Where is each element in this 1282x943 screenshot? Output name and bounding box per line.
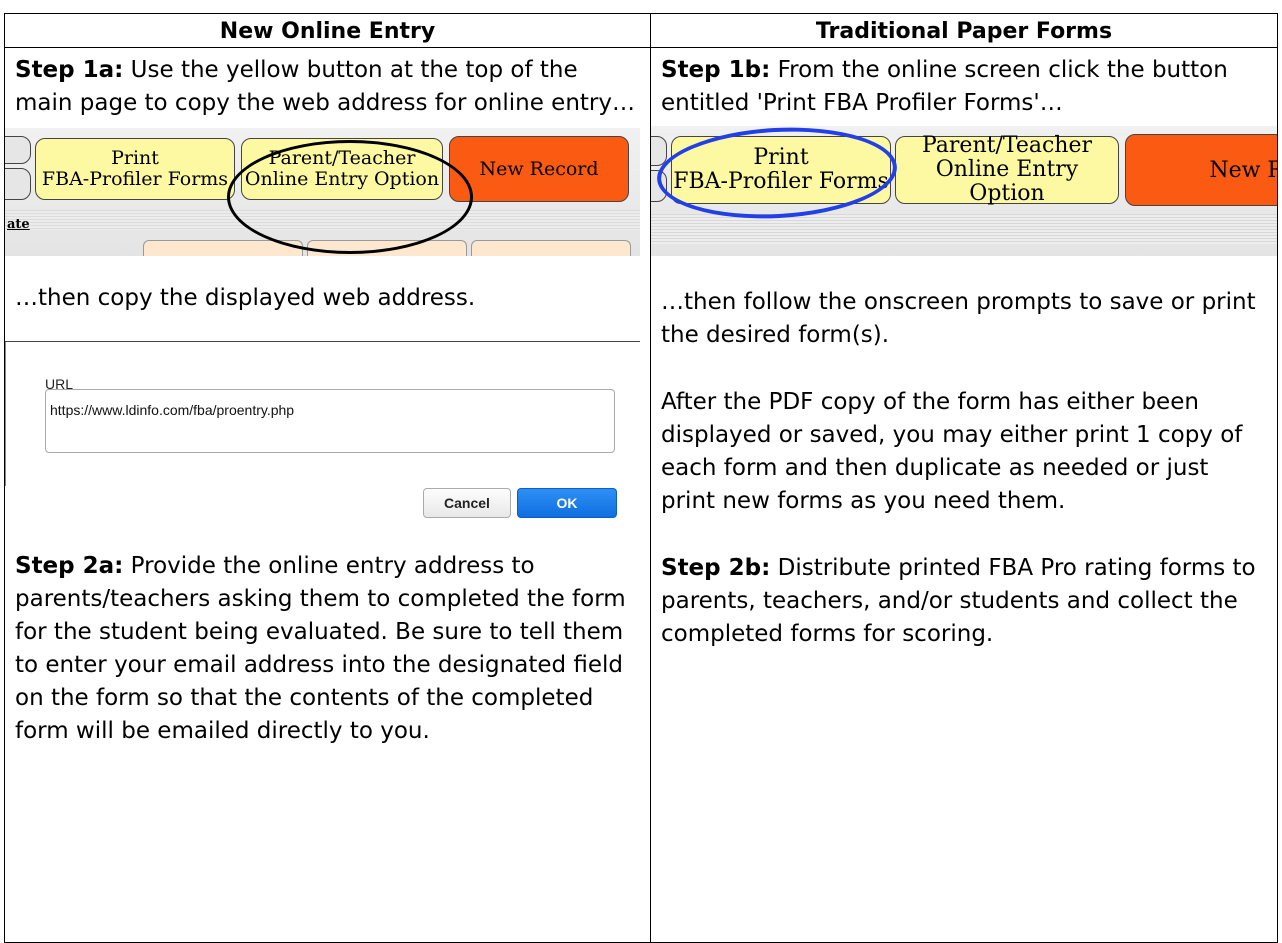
- follow-prompts-paragraph: …then follow the onscreen prompts to sav…: [661, 289, 1256, 348]
- new-record-button-right[interactable]: New R: [1125, 134, 1277, 206]
- step-1a-label: Step 1a:: [15, 57, 124, 83]
- print-button-line2: FBA-Profiler Forms: [41, 168, 229, 190]
- parent-right-line1: Parent/Teacher: [921, 133, 1093, 158]
- record-tab-3: [471, 240, 631, 256]
- after-pdf-paragraph: After the PDF copy of the form has eithe…: [661, 389, 1243, 514]
- toolbar-screenshot-left: Print FBA-Profiler Forms Parent/Teacher On…: [5, 128, 640, 256]
- new-record-label: New Record: [479, 157, 599, 180]
- cancel-button[interactable]: Cancel: [423, 488, 511, 518]
- step-2a-text: Provide the online entry address to pare…: [15, 553, 626, 744]
- print-forms-button[interactable]: Print FBA-Profiler Forms: [35, 138, 235, 200]
- step-2a-paragraph: Step 2a: Provide the online entry addres…: [15, 550, 640, 748]
- online-entry-cell: Step 1a: Use the yellow button at the to…: [4, 47, 651, 943]
- new-record-right-label: New R: [1209, 157, 1277, 183]
- ok-button[interactable]: OK: [517, 488, 617, 518]
- toolbar-sub-label: ate: [7, 217, 30, 232]
- toolbar-right-strip: [651, 214, 1277, 244]
- paper-forms-cell: Step 1b: From the online screen click th…: [650, 47, 1278, 943]
- parent-right-line2: Online Entry Option: [935, 157, 1079, 206]
- new-record-button[interactable]: New Record: [449, 136, 629, 202]
- grey-button-bottom: [5, 168, 31, 200]
- step-2a-label: Step 2a:: [15, 553, 124, 579]
- dialog-left-edge: [5, 342, 6, 486]
- highlight-oval-black: [227, 140, 473, 254]
- step-2b-paragraph: Step 2b: Distribute printed FBA Pro rati…: [661, 552, 1267, 651]
- url-dialog: URL https://www.ldinfo.com/fba/proentry.…: [5, 341, 640, 518]
- print-button-line1: Print: [111, 147, 159, 169]
- step-2b-label: Step 2b:: [661, 555, 771, 581]
- grey-button-top: [5, 136, 31, 164]
- step-1b-label: Step 1b:: [661, 57, 771, 83]
- header-row: New Online Entry Traditional Paper Forms: [4, 13, 1278, 48]
- step-1b-paragraph: Step 1b: From the online screen click th…: [661, 54, 1267, 120]
- instructions-table: New Online Entry Traditional Paper Forms…: [4, 13, 1278, 943]
- url-field[interactable]: https://www.ldinfo.com/fba/proentry.php: [45, 389, 615, 453]
- header-new-online-entry: New Online Entry: [4, 13, 651, 48]
- content-row: Step 1a: Use the yellow button at the to…: [4, 47, 1278, 943]
- step-1a-paragraph: Step 1a: Use the yellow button at the to…: [15, 54, 640, 120]
- parent-teacher-button-right[interactable]: Parent/Teacher Online Entry Option: [895, 133, 1119, 206]
- header-traditional-paper-forms: Traditional Paper Forms: [650, 13, 1278, 48]
- then-copy-paragraph: …then copy the displayed web address.: [15, 285, 476, 311]
- toolbar-screenshot-right: Print FBA-Profiler Forms Parent/Teacher On…: [651, 126, 1277, 256]
